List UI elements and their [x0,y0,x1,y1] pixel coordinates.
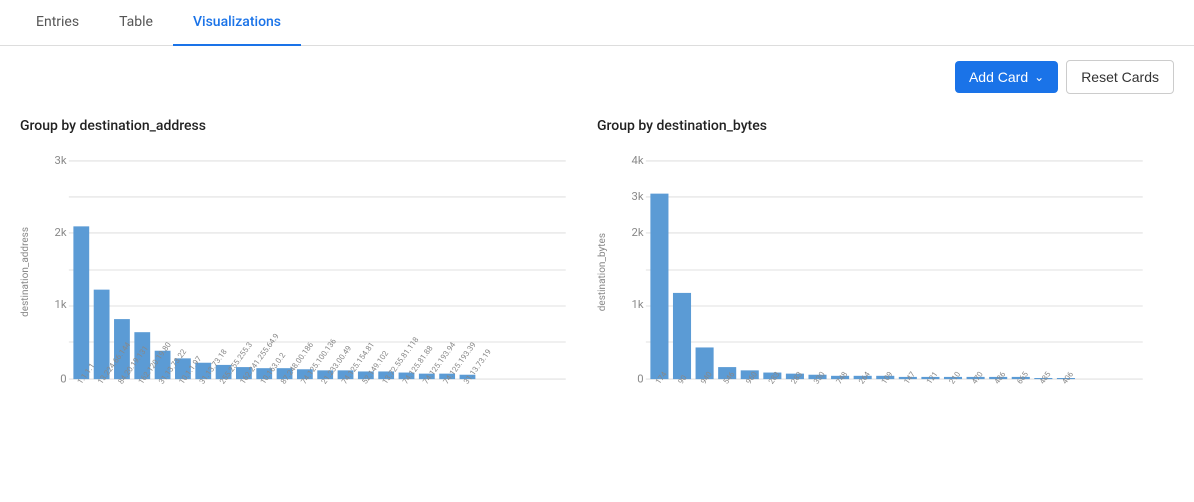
svg-text:283: 283 [767,370,782,386]
svg-text:485: 485 [1038,370,1054,386]
svg-text:3k: 3k [55,154,67,167]
svg-text:264: 264 [857,370,873,386]
tab-visualizations[interactable]: Visualizations [173,0,301,46]
chart1-title: Group by destination_address [20,118,577,134]
svg-text:486: 486 [992,370,1007,386]
chart1-svg: 3k 2k 1k 0 [35,150,577,390]
charts-area: Group by destination_address destination… [0,108,1194,414]
tabs-bar: Entries Table Visualizations [0,0,1194,46]
svg-text:109: 109 [879,370,894,386]
svg-text:0: 0 [60,373,66,386]
svg-text:1k: 1k [632,298,644,311]
tab-table[interactable]: Table [99,0,173,46]
svg-text:1k: 1k [55,298,67,311]
svg-text:330: 330 [812,370,827,386]
svg-text:4k: 4k [632,154,644,167]
chart2-title: Group by destination_bytes [597,118,1154,134]
toolbar: Add Card ⌄ Reset Cards [0,46,1194,108]
svg-text:283: 283 [789,370,804,386]
chevron-down-icon: ⌄ [1034,70,1044,84]
svg-text:748: 748 [834,370,849,386]
svg-text:121: 121 [925,370,940,386]
add-card-label: Add Card [969,69,1028,85]
svg-text:3k: 3k [632,190,644,203]
add-card-button[interactable]: Add Card ⌄ [955,61,1058,93]
svg-text:406: 406 [1060,370,1075,386]
chart2-inner: 4k 3k 2k 1k 0 [612,150,1154,394]
chart-destination-address: Group by destination_address destination… [20,118,597,394]
svg-text:2k: 2k [55,226,67,239]
svg-text:665: 665 [1015,370,1031,386]
svg-text:210: 210 [947,370,962,386]
reset-cards-button[interactable]: Reset Cards [1066,60,1174,94]
svg-text:2k: 2k [632,226,644,239]
svg-text:470: 470 [970,370,985,386]
tab-entries[interactable]: Entries [16,0,99,46]
svg-text:147: 147 [902,370,918,386]
chart1-y-label: destination_address [20,227,31,317]
chart1-container: destination_address 3k 2k 1k 0 [20,150,577,394]
chart-destination-bytes: Group by destination_bytes destination_b… [597,118,1174,394]
svg-text:0: 0 [637,373,643,386]
chart1-inner: 3k 2k 1k 0 [35,150,577,394]
chart2-container: destination_bytes 4k 3k 2k 1k 0 [597,150,1154,394]
chart2-svg: 4k 3k 2k 1k 0 [612,150,1154,390]
chart2-y-label: destination_bytes [597,233,608,311]
